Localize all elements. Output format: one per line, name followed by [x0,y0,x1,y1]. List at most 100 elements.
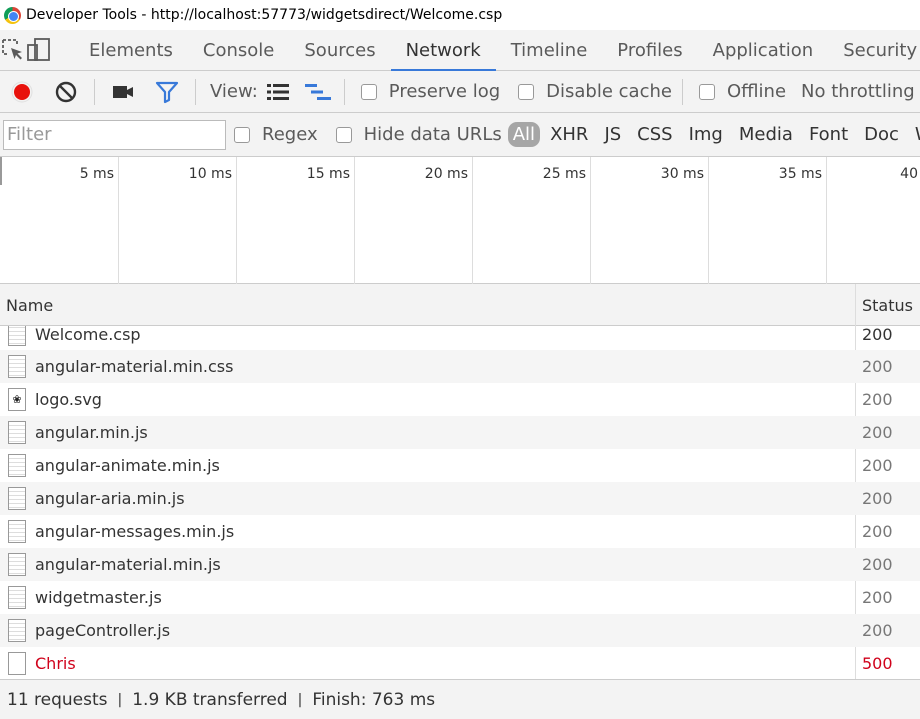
panel-tabs: Elements Console Sources Network Timeline Pro… [74,30,920,71]
request-row[interactable]: angular-material.min.css 200 [0,350,920,383]
request-name[interactable]: angular.min.js [35,423,148,442]
offline-box[interactable] [698,83,715,100]
tab-console[interactable]: Console [188,30,289,71]
request-row[interactable]: angular-material.min.js 200 [0,548,920,581]
request-row[interactable]: angular-animate.min.js 200 [0,449,920,482]
window-title: Developer Tools - http://localhost:57773… [26,7,503,23]
network-toolbar: View: Preserve log Disable cache Offline… [0,71,920,113]
request-name[interactable]: angular-animate.min.js [35,456,220,475]
record-button[interactable] [0,72,44,112]
tab-network[interactable]: Network [390,30,496,71]
overview-button[interactable] [298,72,338,112]
timeline-tick-label: 15 ms [306,166,350,182]
request-status: 200 [862,423,893,442]
tab-profiles[interactable]: Profiles [602,30,697,71]
finish-time: Finish: 763 ms [312,689,436,710]
document-icon [8,421,26,444]
blank-file-icon [8,652,26,675]
preserve-log-label: Preserve log [388,81,501,102]
type-filter-all[interactable]: All [507,122,541,147]
list-view-icon [266,83,289,100]
request-row[interactable]: angular-aria.min.js 200 [0,482,920,515]
request-name[interactable]: Chris [35,654,76,673]
regex-checkbox[interactable]: Regex [234,124,318,145]
throttling-select[interactable]: No throttling [801,81,915,102]
request-row[interactable]: pageController.js 200 [0,614,920,647]
request-name[interactable]: pageController.js [35,621,170,640]
timeline-overview[interactable]: 5 ms 10 ms 15 ms 20 ms 25 ms 30 ms 35 ms 40 [0,157,920,284]
window-titlebar: Developer Tools - http://localhost:57773… [0,0,920,30]
request-status: 200 [862,522,893,541]
request-name[interactable]: widgetmaster.js [35,588,162,607]
hide-data-urls-checkbox[interactable]: Hide data URLs [335,124,502,145]
request-row[interactable]: ❀ logo.svg 200 [0,383,920,416]
type-filter-css[interactable]: CSS [629,124,680,145]
request-name[interactable]: logo.svg [35,390,102,409]
timeline-start-marker [0,157,2,185]
type-filter-font[interactable]: Font [801,124,856,145]
summary-bar: 11 requests | 1.9 KB transferred | Finis… [0,679,920,719]
request-name[interactable]: angular-messages.min.js [35,522,234,541]
tab-timeline[interactable]: Timeline [496,30,603,71]
filter-bar: Regex Hide data URLs AllXHRJSCSSImgMedia… [0,113,920,157]
request-row[interactable]: widgetmaster.js 200 [0,581,920,614]
request-status: 200 [862,588,893,607]
request-name[interactable]: angular-material.min.css [35,357,233,376]
filter-icon [155,81,179,103]
request-row[interactable]: Welcome.csp 200 [0,326,920,350]
type-filter-doc[interactable]: Doc [856,124,907,145]
capture-screenshots-button[interactable] [101,72,145,112]
timeline-tick-label: 30 ms [660,166,704,182]
timeline-gridline [708,157,709,284]
tab-elements[interactable]: Elements [74,30,188,71]
request-status: 200 [862,390,893,409]
hide-data-urls-box[interactable] [335,126,352,143]
name-column-header[interactable]: Name [6,296,53,315]
type-filter-ws[interactable]: WS [907,124,920,145]
timeline-gridline [590,157,591,284]
tab-sources[interactable]: Sources [289,30,390,71]
type-filter-js[interactable]: JS [596,124,629,145]
document-icon [8,553,26,576]
toolbar-separator [195,78,196,105]
disable-cache-box[interactable] [518,83,535,100]
large-rows-button[interactable] [258,72,298,112]
filter-input[interactable] [3,119,226,150]
timeline-tick-label: 40 [900,166,918,182]
request-status: 200 [862,357,893,376]
status-column-header[interactable]: Status [862,296,913,315]
request-status: 200 [862,326,893,344]
tab-application[interactable]: Application [698,30,829,71]
request-name[interactable]: angular-aria.min.js [35,489,185,508]
timeline-gridline [472,157,473,284]
hide-data-urls-label: Hide data URLs [363,124,502,145]
type-filter-img[interactable]: Img [681,124,731,145]
request-name[interactable]: angular-material.min.js [35,555,221,574]
request-table-header: Name Status [0,284,920,326]
timeline-tick-label: 25 ms [542,166,586,182]
request-row[interactable]: Chris 500 [0,647,920,679]
device-toolbar-icon[interactable] [26,30,52,70]
chrome-logo-icon [4,6,21,24]
request-status: 200 [862,555,893,574]
preserve-log-box[interactable] [360,83,377,100]
preserve-log-checkbox[interactable]: Preserve log [360,81,501,102]
type-filter-xhr[interactable]: XHR [542,124,596,145]
request-name[interactable]: Welcome.csp [35,326,141,344]
disable-cache-checkbox[interactable]: Disable cache [518,81,672,102]
clear-icon [55,81,77,102]
clear-button[interactable] [44,72,88,112]
document-icon [8,586,26,609]
request-row[interactable]: angular.min.js 200 [0,416,920,449]
video-camera-icon [113,85,133,98]
regex-box[interactable] [234,126,250,143]
filter-toggle-button[interactable] [145,72,189,112]
type-filter-media[interactable]: Media [731,124,801,145]
timeline-tick-label: 20 ms [424,166,468,182]
inspect-element-icon[interactable] [0,30,26,70]
timeline-gridline [826,157,827,284]
toolbar-separator [681,78,683,105]
request-row[interactable]: angular-messages.min.js 200 [0,515,920,548]
offline-checkbox[interactable]: Offline [698,81,786,102]
tab-security[interactable]: Security [828,30,920,71]
